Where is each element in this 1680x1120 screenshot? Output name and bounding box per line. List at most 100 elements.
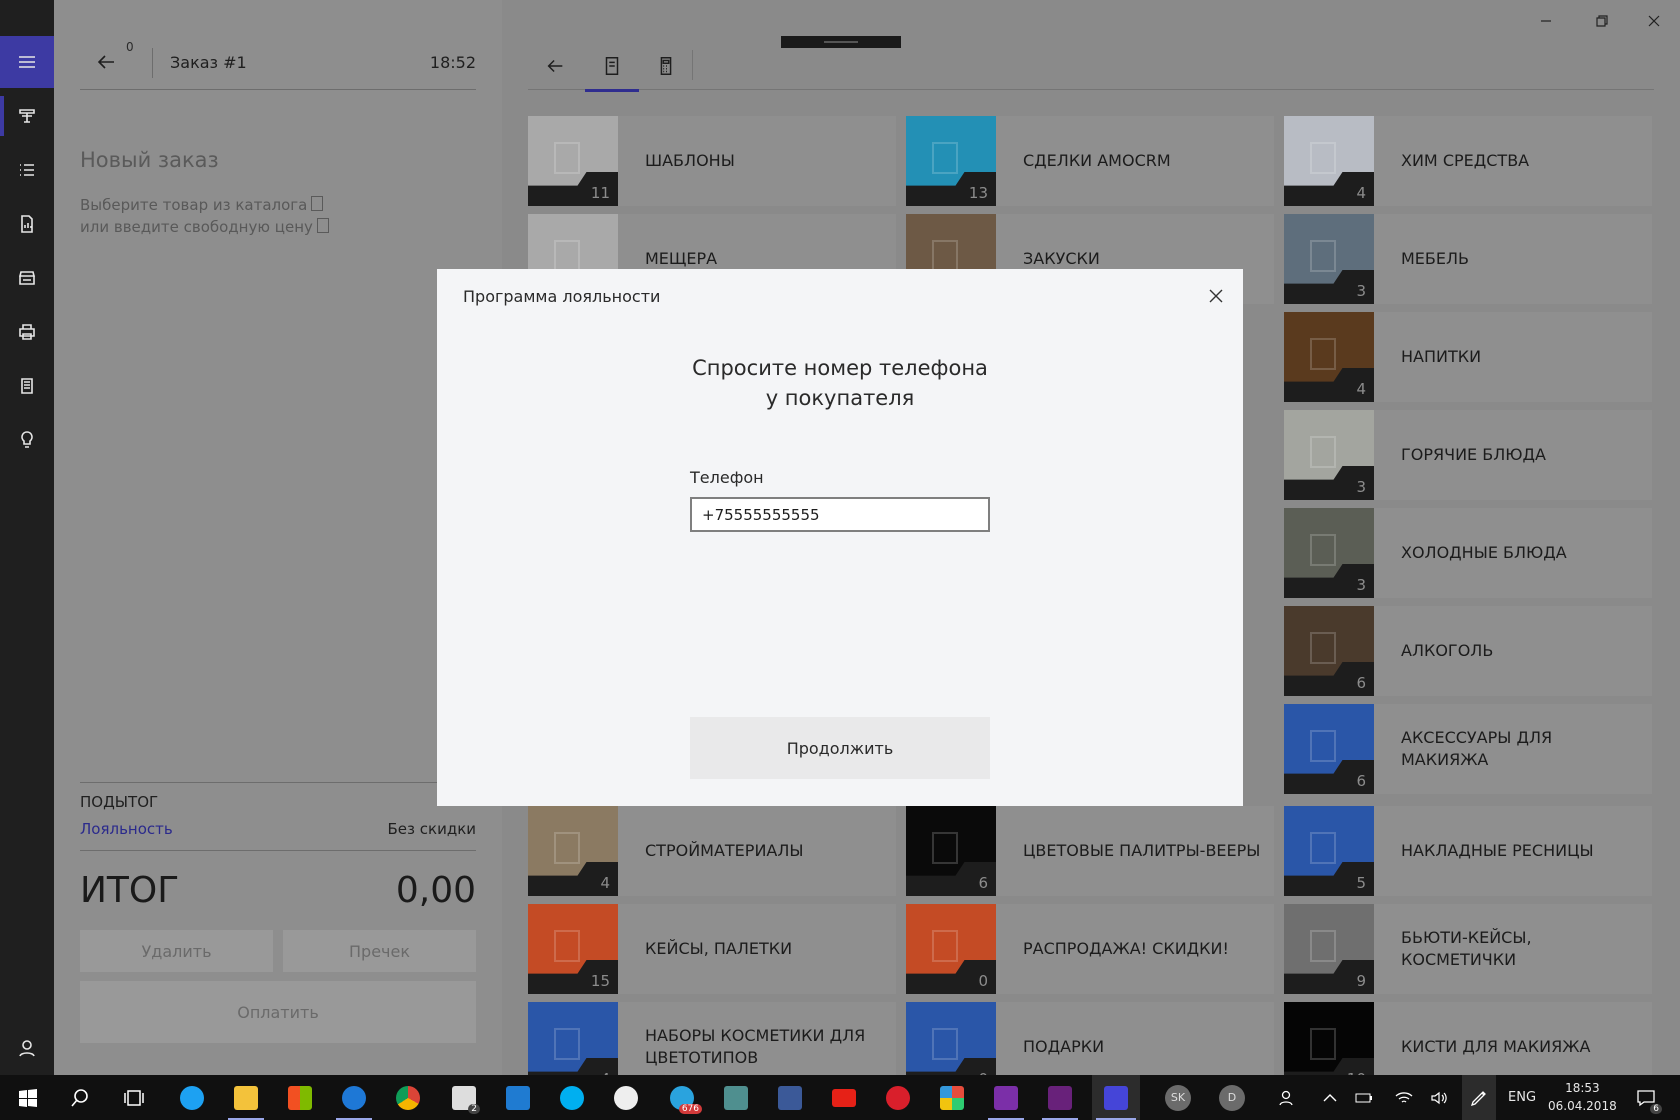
category-count: 6 [1356,674,1366,692]
phone-input[interactable] [690,497,990,532]
taskbar-twitter[interactable] [170,1075,214,1120]
category-tile[interactable]: 6 АКСЕССУАРЫ ДЛЯ МАКИЯЖА [1284,704,1652,794]
taskbar-visual-studio[interactable] [1038,1075,1082,1120]
avatar: SK [1165,1084,1191,1111]
clock[interactable]: 18:53 06.04.2018 [1548,1079,1617,1115]
category-thumbnail: 11 [528,116,618,206]
taskbar-onenote[interactable] [984,1075,1028,1120]
tray-chevron[interactable] [1316,1075,1344,1120]
dialog-title: Программа лояльности [463,287,661,306]
taskbar-skype[interactable] [550,1075,594,1120]
tab-calculator[interactable] [639,42,693,90]
start-button[interactable] [8,1075,48,1120]
category-tile[interactable]: 5 НАКЛАДНЫЕ РЕСНИЦЫ [1284,806,1652,896]
category-tile[interactable]: 3 МЕБЕЛЬ [1284,214,1652,304]
category-tile[interactable]: 3 ХОЛОДНЫЕ БЛЮДА [1284,508,1652,598]
calculator-icon [660,57,672,75]
people-icon [1279,1090,1293,1105]
document-icon [1310,338,1336,370]
document-icon [932,240,958,272]
delete-button[interactable]: Удалить [80,930,273,972]
order-time: 18:52 [429,53,476,72]
taskbar-vscode[interactable] [496,1075,540,1120]
wifi-icon [1395,1091,1413,1103]
taskbar-app-hex[interactable] [714,1075,758,1120]
category-tile[interactable]: 6 ЦВЕТОВЫЕ ПАЛИТРЫ-ВЕЕРЫ [906,806,1274,896]
catalog-icon [311,196,324,211]
store-icon [18,271,36,285]
pay-button[interactable]: Оплатить [80,981,476,1043]
close-window-button[interactable] [1632,8,1676,34]
category-tile[interactable]: 4 ХИМ СРЕДСТВА [1284,116,1652,206]
document-icon [932,1028,958,1060]
nav-reports[interactable] [0,198,54,250]
restore-button[interactable] [1580,8,1624,34]
taskbar-store[interactable] [278,1075,322,1120]
taskbar-avatar-d[interactable]: D [1212,1075,1252,1120]
tray-wifi[interactable] [1390,1075,1418,1120]
category-thumbnail: 4 [1284,312,1374,402]
category-tile[interactable]: 4 НАПИТКИ [1284,312,1652,402]
category-thumbnail: 3 [1284,410,1374,500]
taskbar-git[interactable] [930,1075,974,1120]
nav-account[interactable] [0,1022,54,1074]
tray-volume[interactable] [1426,1075,1454,1120]
category-tile[interactable]: 3 ГОРЯЧИЕ БЛЮДА [1284,410,1652,500]
hamburger-menu-button[interactable] [0,36,54,88]
clock-date: 06.04.2018 [1548,1099,1617,1113]
tray-battery[interactable] [1350,1075,1378,1120]
action-center-button[interactable]: 6 [1624,1075,1668,1120]
category-count: 0 [978,972,988,990]
category-tile[interactable]: 9 БЬЮТИ-КЕЙСЫ, КОСМЕТИЧКИ [1284,904,1652,994]
category-count: 5 [1356,874,1366,892]
document-icon [1310,730,1336,762]
toolbar-divider [692,50,693,80]
nav-print[interactable] [0,306,54,358]
continue-button[interactable]: Продолжить [690,717,990,779]
taskbar-avatar-sk[interactable]: SK [1158,1075,1198,1120]
tray-people[interactable] [1268,1075,1304,1120]
nav-receipts[interactable] [0,360,54,412]
catalog-back-button[interactable] [528,42,582,90]
taskbar-opera[interactable] [876,1075,920,1120]
taskbar-youtube[interactable] [822,1075,866,1120]
order-back-button[interactable] [94,50,118,74]
prereceipt-button[interactable]: Пречек [283,930,476,972]
nav-rail [0,0,54,1075]
loyalty-link[interactable]: Лояльность [80,820,173,838]
search-button[interactable] [60,1075,100,1120]
taskbar-slack[interactable] [604,1075,648,1120]
nav-list[interactable] [0,144,54,196]
taskbar: 2 676 SK D ENG 18:53 06.04.2018 6 [0,1075,1680,1120]
taskbar-mail[interactable]: 2 [440,1075,488,1120]
nav-tips[interactable] [0,414,54,466]
category-tile[interactable]: 11 ШАБЛОНЫ [528,116,896,206]
category-count: 3 [1356,576,1366,594]
category-tile[interactable]: 15 КЕЙСЫ, ПАЛЕТКИ [528,904,896,994]
minimize-button[interactable] [1524,8,1568,34]
category-count: 4 [600,874,610,892]
dialog-close-button[interactable] [1205,285,1227,307]
document-icon [932,832,958,864]
taskbar-chrome[interactable] [386,1075,430,1120]
nav-cashier[interactable] [0,90,54,142]
language-indicator[interactable]: ENG [1508,1075,1536,1120]
hint-line-1: Выберите товар из каталога [80,196,308,214]
category-tile[interactable]: 6 АЛКОГОЛЬ [1284,606,1652,696]
taskbar-facebook[interactable] [768,1075,812,1120]
taskbar-explorer[interactable] [224,1075,268,1120]
category-tile[interactable]: 0 РАСПРОДАЖА! СКИДКИ! [906,904,1274,994]
receipt-icon [21,378,33,394]
tray-pen[interactable] [1462,1075,1496,1120]
category-label: ЦВЕТОВЫЕ ПАЛИТРЫ-ВЕЕРЫ [1023,841,1261,860]
taskbar-telegram[interactable]: 676 [658,1075,706,1120]
category-tile[interactable]: 4 СТРОЙМАТЕРИАЛЫ [528,806,896,896]
tab-catalog[interactable] [585,42,639,92]
taskbar-app-l[interactable] [1092,1075,1140,1120]
category-tile[interactable]: 13 СДЕЛКИ AMOCRM [906,116,1274,206]
taskbar-edge[interactable] [332,1075,376,1120]
task-view-button[interactable] [114,1075,154,1120]
nav-store[interactable] [0,252,54,304]
hexagon-app-icon [724,1085,748,1110]
category-thumbnail: 15 [528,904,618,994]
